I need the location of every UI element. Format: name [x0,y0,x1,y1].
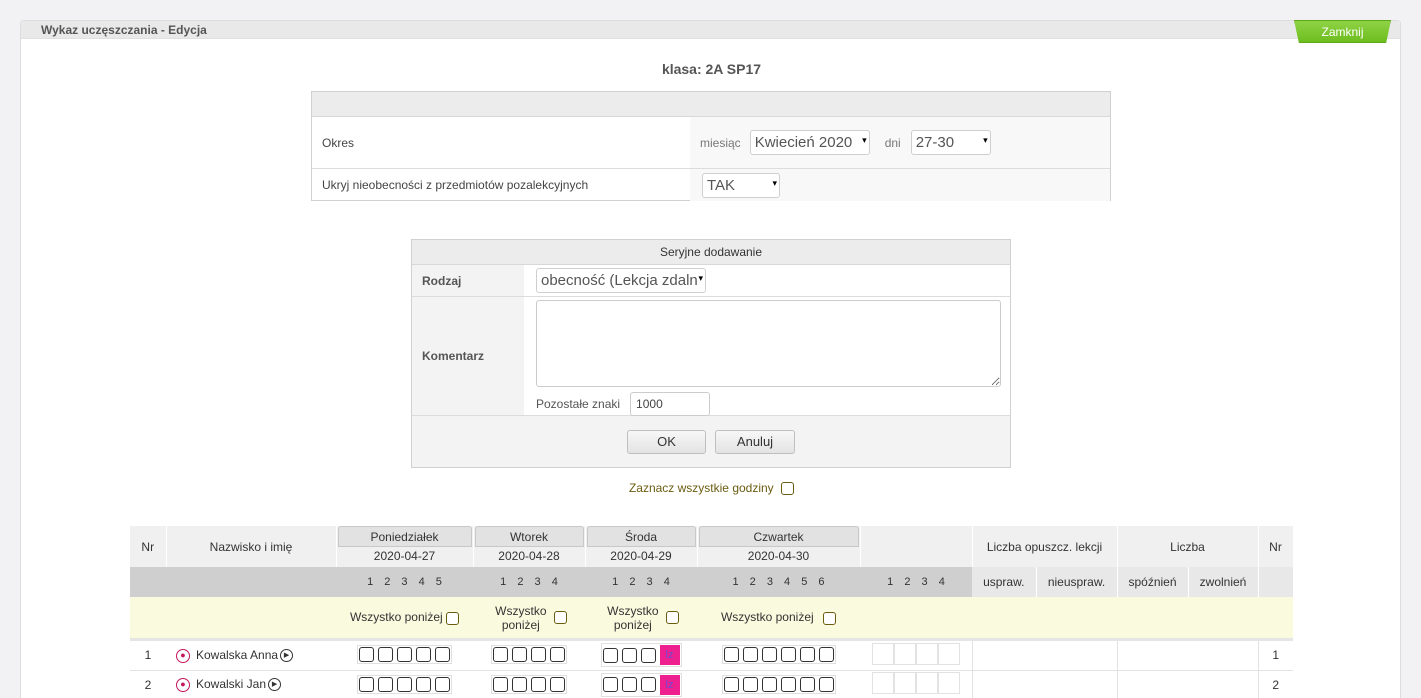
rodzaj-select[interactable]: obecność (Lekcja zdaln [536,268,706,293]
cancel-button[interactable]: Anuluj [715,430,795,454]
hours-day-2: 1 2 3 4 [585,567,697,597]
student-nr-right: 1 [1257,641,1294,671]
select-day-checkbox[interactable] [446,611,460,625]
select-all-checkbox[interactable] [781,482,795,496]
day-date: 2020-04-29 [610,549,672,563]
attendance-edit-window: Wykaz uczęszczania - Edycja Zamknij klas… [20,20,1401,698]
justified-label: uspraw. [972,567,1037,597]
student-name-cell: ● Kowalska Anna ▶ [166,641,336,671]
hour-checkboxes-day-3 [721,674,836,694]
play-icon[interactable]: ▶ [280,649,294,663]
hours-day-3: 1 2 3 4 5 6 [697,567,860,597]
col-count: Liczba [1117,526,1259,567]
attendance-mark[interactable]: lz [659,645,680,666]
days-label: dni [884,135,901,150]
student-name[interactable]: Kowalska Anna [196,648,278,662]
hour-checkboxes-day-1 [491,645,567,665]
person-icon[interactable]: ● [176,677,190,692]
person-icon[interactable]: ● [176,648,190,663]
hours-day-0: 1 2 3 4 5 [336,567,473,597]
month-select[interactable]: Kwiecień 2020 [749,130,870,155]
student-nr-right: 2 [1257,670,1294,698]
month-label: miesiąc [700,135,741,150]
filters-header [312,92,1110,117]
hide-extracurricular-label: Ukryj nieobecności z przedmiotów pozalek… [322,178,589,192]
class-title: klasa: 2A SP17 [661,61,762,77]
late-label: spóźnień [1117,567,1189,597]
select-all-day-3: Wszystko poniżej [697,597,860,638]
day-name: Środa [586,526,696,547]
day-date: 2020-04-27 [373,549,436,563]
col-day-1: Wtorek 2020-04-28 [473,526,586,567]
ok-button[interactable]: OK [627,430,706,454]
select-day-checkbox[interactable] [823,611,837,625]
select-all-day-0: Wszystko poniżej [336,597,473,638]
col-nr-right: Nr [1258,526,1294,567]
serial-add-panel: Seryjne dodawanie Rodzaj obecność (Lekcj… [411,239,1011,468]
hour-checkboxes-day-3 [721,645,836,665]
col-day-2: Środa 2020-04-29 [585,526,698,567]
select-all-day-1: Wszystko poniżej [473,597,585,638]
extra-hours-cells [871,642,960,665]
hour-checkboxes-day-2: lz [600,672,682,697]
hour-checkboxes-day-0 [357,645,452,665]
komentarz-label: Komentarz [412,297,524,415]
play-icon[interactable]: ▶ [268,678,282,692]
col-extra [860,526,973,567]
hide-extracurricular-select[interactable]: TAK [702,172,780,198]
select-all-day-2: Wszystko poniżej [585,597,697,638]
rodzaj-label: Rodzaj [412,265,524,296]
extra-hours-cells [871,672,960,694]
select-all-row: Zaznacz wszystkie godziny [21,481,1402,496]
unjustified-label: nieuspraw. [1036,567,1118,597]
serial-title: Seryjne dodawanie [412,240,1010,265]
day-name: Czwartek [698,526,859,547]
select-day-checkbox[interactable] [666,611,680,624]
select-day-checkbox[interactable] [554,611,568,624]
day-name: Wtorek [474,526,584,547]
window-title: Wykaz uczęszczania - Edycja [21,21,1400,39]
released-label: zwolnień [1188,567,1259,597]
student-nr: 2 [130,670,166,698]
col-missed: Liczba opuszcz. lekcji [972,526,1118,567]
col-day-3: Czwartek 2020-04-30 [697,526,861,567]
close-button[interactable]: Zamknij [1294,20,1391,43]
day-date: 2020-04-28 [498,549,560,563]
col-nr: Nr [130,526,167,567]
day-name: Poniedziałek [337,526,472,547]
attendance-mark[interactable]: lz [659,674,680,695]
col-name: Nazwisko i imię [166,526,337,567]
hours-extra: 1 2 3 4 [860,567,972,597]
days-select[interactable]: 27-30 [910,130,991,155]
filters-panel: Okres miesiąc Kwiecień 2020 dni 27-30 Uk… [311,91,1111,201]
student-name[interactable]: Kowalski Jan [196,677,266,691]
table-row: 1 ● Kowalska Anna ▶ lz 1 [130,641,1294,671]
hours-day-1: 1 2 3 4 [473,567,585,597]
remaining-input[interactable] [630,392,711,416]
day-date: 2020-04-30 [747,549,810,563]
okres-label: Okres [322,135,355,150]
student-name-cell: ● Kowalski Jan ▶ [166,670,336,698]
table-row: 2 ● Kowalski Jan ▶ lz 2 [130,670,1294,698]
attendance-table: Nr Nazwisko i imię Poniedziałek 2020-04-… [130,526,1294,698]
hour-checkboxes-day-0 [357,674,452,694]
hour-checkboxes-day-2: lz [600,643,682,668]
hour-checkboxes-day-1 [491,674,567,694]
komentarz-textarea[interactable] [536,300,1001,387]
col-day-0: Poniedziałek 2020-04-27 [336,526,474,567]
remaining-label: Pozostałe znaki [536,397,621,411]
student-nr: 1 [130,641,166,671]
select-all-label: Zaznacz wszystkie godziny [628,481,774,495]
